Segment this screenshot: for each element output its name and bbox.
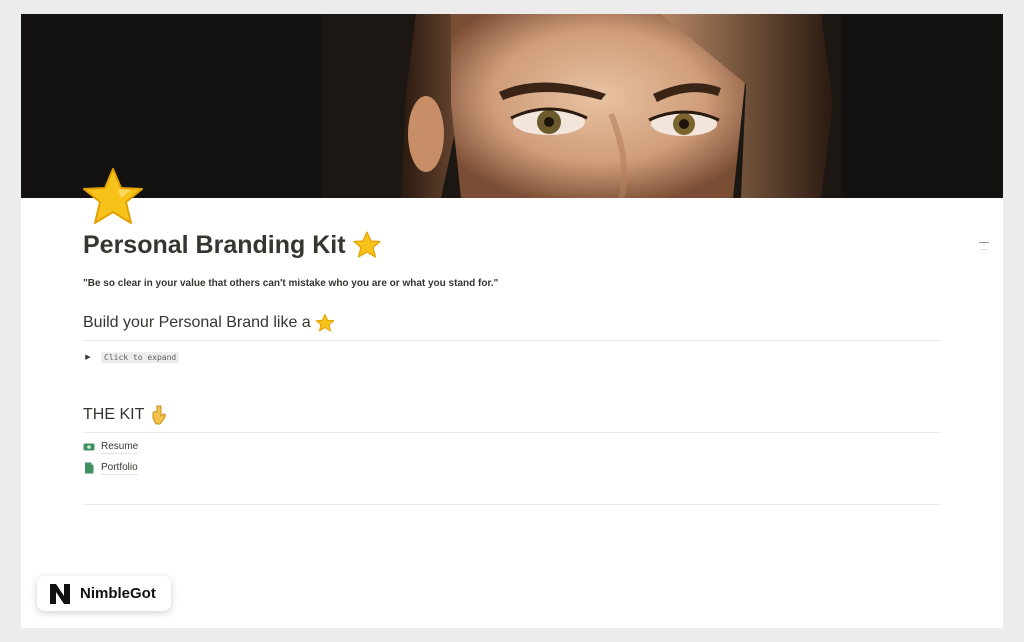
- triangle-right-icon[interactable]: ▶: [83, 353, 93, 361]
- link-label: Resume: [101, 440, 139, 454]
- portrait-illustration: [21, 14, 1003, 198]
- section-heading-kit: THE KIT: [83, 404, 941, 426]
- heading-text: THE KIT: [83, 406, 145, 423]
- pointing-down-icon: [152, 405, 167, 425]
- page-link-portfolio[interactable]: Portfolio: [83, 460, 941, 476]
- divider: [83, 504, 941, 505]
- heading-text: Build your Personal Brand like a: [83, 314, 311, 331]
- divider: [83, 340, 941, 341]
- cover-image[interactable]: [21, 14, 1003, 198]
- table-of-contents-icon[interactable]: [978, 239, 990, 250]
- quote-text: "Be so clear in your value that others c…: [83, 278, 499, 289]
- star-icon: [352, 231, 381, 258]
- page-title-text: Personal Branding Kit: [83, 230, 346, 259]
- toggle-label: Click to expand: [101, 351, 180, 363]
- section-heading-brand: Build your Personal Brand like a: [83, 312, 941, 334]
- page-links: Resume Portfolio: [83, 439, 941, 476]
- money-icon: [83, 443, 95, 451]
- page-icon: [85, 462, 94, 474]
- link-label: Portfolio: [101, 461, 138, 475]
- page-content: Personal Branding Kit "Be so clear in yo…: [83, 228, 941, 476]
- star-icon[interactable]: [81, 166, 145, 226]
- divider: [83, 432, 941, 433]
- brand-name: NimbleGot: [80, 585, 156, 602]
- notion-page: Personal Branding Kit "Be so clear in yo…: [21, 14, 1003, 628]
- page-title[interactable]: Personal Branding Kit: [83, 228, 941, 262]
- star-icon: [315, 314, 334, 332]
- toggle-block[interactable]: ▶ Click to expand: [83, 350, 941, 364]
- n-logo-icon: [48, 582, 72, 606]
- page-link-resume[interactable]: Resume: [83, 439, 941, 455]
- nimblegot-badge[interactable]: NimbleGot: [37, 576, 171, 611]
